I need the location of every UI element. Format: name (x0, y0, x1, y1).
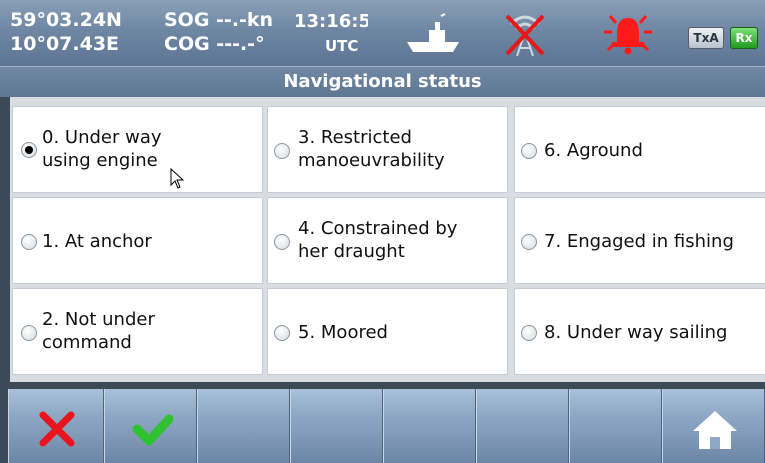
radio-button[interactable] (521, 143, 537, 159)
home-icon (693, 411, 737, 449)
option-constrained-by-draught[interactable]: 4. Constrained by her draught (267, 197, 508, 284)
option-under-way-sailing[interactable]: 8. Under way sailing (514, 288, 765, 375)
option-at-anchor[interactable]: 1. At anchor (12, 197, 263, 284)
option-not-under-command[interactable]: 2. Not under command (12, 288, 263, 375)
radio-button[interactable] (274, 234, 290, 250)
option-label: command (42, 332, 132, 353)
option-label: 4. Constrained by (298, 218, 458, 239)
radio-button[interactable] (21, 234, 37, 250)
toolbar-button-empty[interactable] (569, 389, 662, 463)
option-label: 8. Under way sailing (544, 322, 728, 343)
option-label: 1. At anchor (42, 231, 152, 252)
latitude: 59°03.24N (10, 9, 122, 31)
ship-icon[interactable] (405, 12, 461, 56)
toolbar-button-empty[interactable] (383, 389, 476, 463)
bottom-toolbar (0, 389, 765, 463)
radio-button[interactable] (274, 325, 290, 341)
option-label: 3. Restricted (298, 127, 412, 148)
radio-button[interactable] (21, 325, 37, 341)
option-moored[interactable]: 5. Moored (267, 288, 508, 375)
cancel-button[interactable] (8, 389, 104, 463)
option-label: 0. Under way (42, 127, 162, 148)
antenna-off-icon[interactable] (503, 10, 547, 58)
confirm-button[interactable] (104, 389, 197, 463)
option-label: 2. Not under (42, 309, 155, 330)
radio-button[interactable] (521, 234, 537, 250)
txa-indicator[interactable]: TxA (688, 27, 724, 49)
nav-status-grid: 0. Under way using engine 1. At anchor 2… (10, 97, 765, 382)
option-under-way-using-engine[interactable]: 0. Under way using engine (12, 106, 263, 193)
mouse-cursor-icon (170, 168, 185, 189)
longitude: 10°07.43E (10, 33, 120, 55)
option-aground[interactable]: 6. Aground (514, 106, 765, 193)
home-button[interactable] (662, 389, 765, 463)
option-restricted-manoeuvrability[interactable]: 3. Restricted manoeuvrability (267, 106, 508, 193)
radio-button[interactable] (274, 143, 290, 159)
alarm-bell-icon[interactable] (602, 10, 654, 58)
rx-indicator[interactable]: Rx (730, 27, 758, 49)
option-label: manoeuvrability (298, 150, 445, 171)
option-label: 6. Aground (544, 140, 643, 161)
time-zone: UTC (325, 37, 359, 55)
option-label: her draught (298, 241, 405, 262)
option-engaged-in-fishing[interactable]: 7. Engaged in fishing (514, 197, 765, 284)
option-label: 7. Engaged in fishing (544, 231, 734, 252)
toolbar-button-empty[interactable] (290, 389, 383, 463)
clock-time: 13:16:58 (294, 11, 368, 32)
option-label: 5. Moored (298, 322, 388, 343)
page-title: Navigational status (0, 66, 765, 97)
speed-over-ground: SOG --.-kn (164, 9, 274, 31)
confirm-icon (132, 414, 174, 446)
toolbar-button-empty[interactable] (197, 389, 290, 463)
course-over-ground: COG ---.-° (164, 33, 265, 55)
radio-button[interactable] (21, 142, 37, 158)
option-label: using engine (42, 150, 158, 171)
toolbar-button-empty[interactable] (476, 389, 569, 463)
radio-button[interactable] (521, 325, 537, 341)
cancel-icon (39, 411, 75, 447)
status-bar: 59°03.24N 10°07.43E SOG --.-kn COG ---.-… (0, 0, 765, 66)
